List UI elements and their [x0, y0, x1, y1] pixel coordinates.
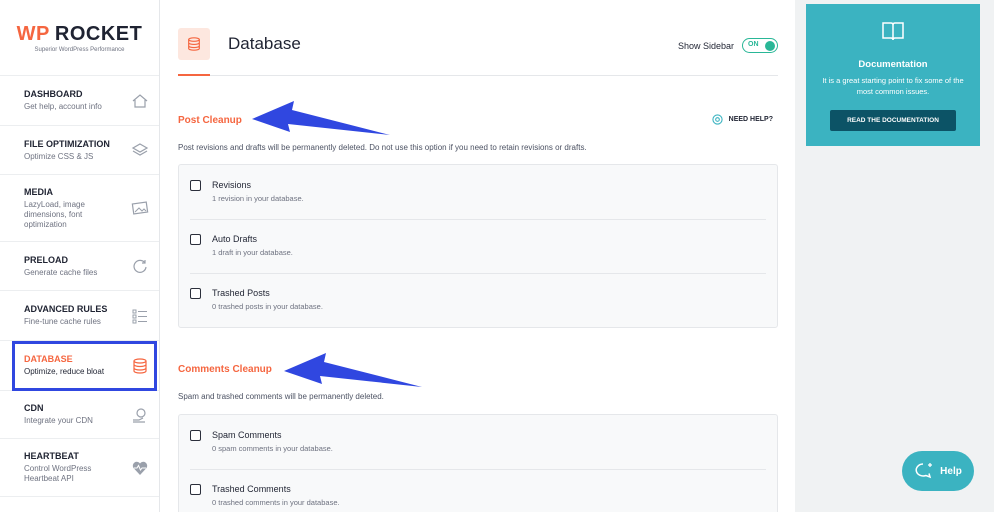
sidebar-item-title: CDN	[24, 403, 44, 413]
page-header: Database Show Sidebar ON	[178, 24, 778, 76]
read-documentation-button[interactable]: READ THE DOCUMENTATION	[830, 110, 956, 131]
sidebar-item-database[interactable]: DATABASE Optimize, reduce bloat	[0, 341, 159, 391]
documentation-card: Documentation It is a great starting poi…	[806, 4, 980, 146]
need-help-label: NEED HELP?	[728, 116, 773, 123]
option-label: Trashed Comments	[212, 484, 291, 494]
layers-icon	[131, 143, 149, 156]
sidebar-item-title: DATABASE	[24, 354, 73, 364]
spam-comments-checkbox[interactable]	[190, 430, 201, 441]
sidebar-item-desc: Control WordPress Heartbeat API	[24, 464, 92, 483]
book-icon	[882, 22, 904, 41]
post-cleanup-description: Post revisions and drafts will be perman…	[178, 143, 587, 152]
sidebar-item-desc: Optimize CSS & JS	[24, 151, 94, 161]
documentation-title: Documentation	[858, 59, 928, 70]
heartbeat-icon	[132, 461, 148, 475]
post-cleanup-options: Revisions 1 revision in your database. A…	[178, 164, 778, 328]
database-icon	[178, 28, 210, 60]
auto-drafts-checkbox[interactable]	[190, 234, 201, 245]
divider	[190, 219, 766, 220]
sidebar-item-title: ADVANCED RULES	[24, 304, 108, 314]
chat-icon	[915, 463, 933, 479]
option-label: Trashed Posts	[212, 288, 270, 298]
lifebuoy-icon	[712, 114, 723, 125]
sidebar-item-cdn[interactable]: CDN Integrate your CDN	[0, 391, 159, 439]
option-label: Spam Comments	[212, 430, 282, 440]
divider	[190, 273, 766, 274]
help-button-label: Help	[940, 465, 962, 477]
header-underline	[178, 74, 210, 76]
toggle-knob	[765, 41, 775, 51]
show-sidebar-label: Show Sidebar	[677, 41, 734, 51]
sidebar-item-preload[interactable]: PRELOAD Generate cache files	[0, 242, 159, 291]
database-icon	[133, 357, 147, 374]
post-cleanup-title: Post Cleanup	[178, 115, 242, 126]
sidebar-item-title: MEDIA	[24, 186, 53, 197]
sidebar: WP ROCKET Superior WordPress Performance…	[0, 0, 160, 512]
comments-cleanup-title: Comments Cleanup	[178, 364, 272, 375]
sidebar-item-title: PRELOAD	[24, 254, 69, 265]
option-count: 0 trashed posts in your database.	[212, 302, 323, 311]
list-icon	[132, 309, 147, 323]
wp-rocket-logo[interactable]: WP ROCKET Superior WordPress Performance	[0, 0, 159, 76]
page-title: Database	[228, 34, 301, 53]
comments-cleanup-options: Spam Comments 0 spam comments in your da…	[178, 414, 778, 512]
sidebar-item-desc: LazyLoad, image dimensions, font optimiz…	[24, 199, 85, 229]
toggle-text: ON	[748, 41, 759, 48]
sidebar-item-desc: Generate cache files	[24, 267, 98, 277]
show-sidebar-toggle[interactable]: ON	[742, 38, 778, 53]
option-count: 0 trashed comments in your database.	[212, 498, 340, 507]
sidebar-item-media[interactable]: MEDIA LazyLoad, image dimensions, font o…	[0, 175, 159, 242]
comments-cleanup-description: Spam and trashed comments will be perman…	[178, 392, 384, 401]
cdn-icon	[133, 407, 146, 423]
logo-rocket-text: ROCKET	[54, 22, 143, 45]
logo-wp-text: WP	[16, 22, 50, 45]
sidebar-item-title: FILE OPTIMIZATION	[24, 138, 110, 149]
documentation-text: It is a great starting point to fix some…	[822, 76, 964, 96]
sidebar-item-heartbeat[interactable]: HEARTBEAT Control WordPress Heartbeat AP…	[0, 439, 159, 497]
trashed-posts-checkbox[interactable]	[190, 288, 201, 299]
home-icon	[132, 93, 148, 108]
image-icon	[131, 201, 149, 215]
sidebar-item-desc: Integrate your CDN	[24, 416, 93, 425]
refresh-icon	[133, 259, 147, 273]
divider	[190, 469, 766, 470]
sidebar-item-advanced-rules[interactable]: ADVANCED RULES Fine-tune cache rules	[0, 291, 159, 341]
option-label: Auto Drafts	[212, 234, 258, 244]
help-button[interactable]: Help	[902, 451, 974, 491]
option-count: 0 spam comments in your database.	[212, 444, 333, 453]
main-content: Database Show Sidebar ON Post Cleanup NE…	[160, 0, 795, 512]
logo-tagline: Superior WordPress Performance	[34, 46, 125, 53]
need-help-link[interactable]: NEED HELP?	[712, 114, 773, 125]
sidebar-item-desc: Get help, account info	[24, 102, 102, 111]
option-label: Revisions	[212, 180, 252, 190]
sidebar-item-dashboard[interactable]: DASHBOARD Get help, account info	[0, 76, 159, 126]
sidebar-item-title: HEARTBEAT	[24, 451, 79, 461]
sidebar-item-file-optimization[interactable]: FILE OPTIMIZATION Optimize CSS & JS	[0, 126, 159, 175]
trashed-comments-checkbox[interactable]	[190, 484, 201, 495]
option-count: 1 draft in your database.	[212, 248, 293, 257]
option-count: 1 revision in your database.	[212, 194, 304, 203]
sidebar-item-desc: Fine-tune cache rules	[24, 317, 101, 326]
sidebar-item-title: DASHBOARD	[24, 89, 83, 99]
revisions-checkbox[interactable]	[190, 180, 201, 191]
sidebar-item-desc: Optimize, reduce bloat	[24, 367, 105, 376]
